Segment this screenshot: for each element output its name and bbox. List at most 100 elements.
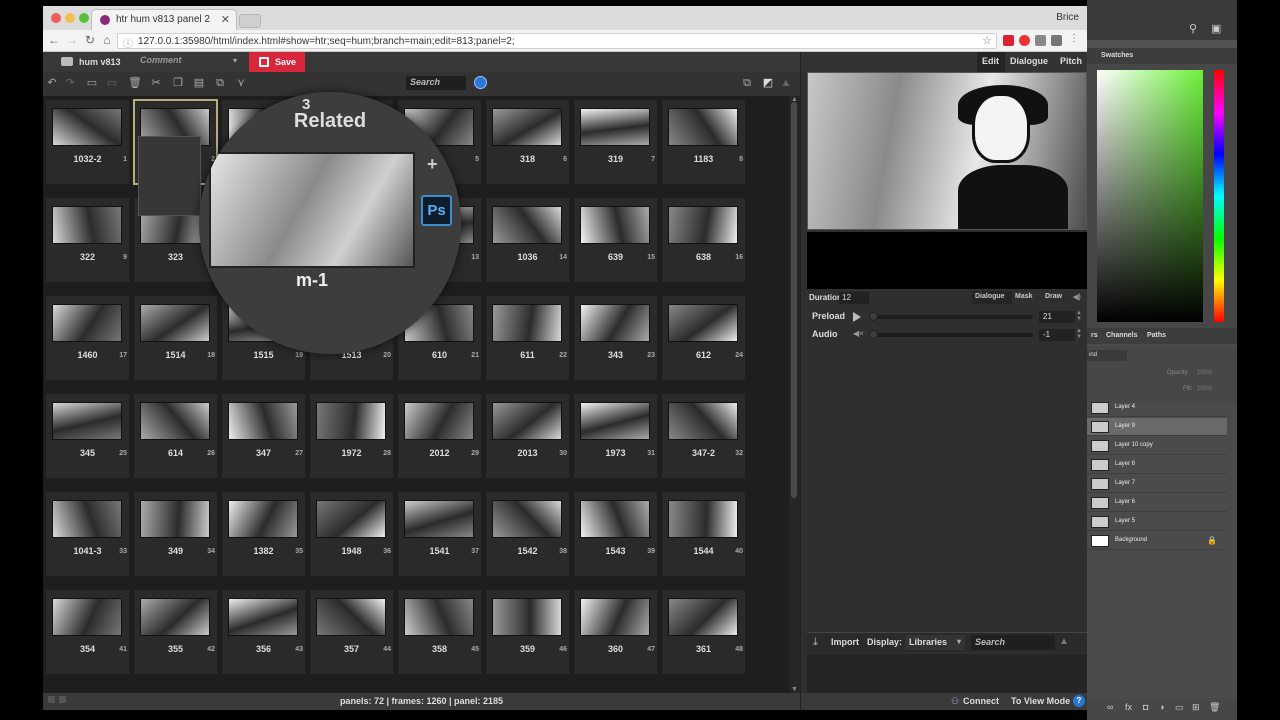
new-layer-icon[interactable]: ⊞: [1192, 702, 1200, 713]
mode-mask[interactable]: Mask: [1015, 293, 1033, 300]
panel-cell[interactable]: 2013 30: [486, 394, 569, 478]
panel-cell[interactable]: 347-2 32: [662, 394, 745, 478]
panel-cell[interactable]: 318 6: [486, 100, 569, 184]
audio-slider-knob[interactable]: [869, 330, 878, 339]
adjustment-icon[interactable]: ◑: [1159, 702, 1164, 712]
layer-row[interactable]: Layer 5: [1087, 513, 1227, 531]
layer-row[interactable]: Layer 6: [1087, 494, 1227, 512]
panel-thumbnail[interactable]: [492, 206, 562, 244]
panel-cell[interactable]: 355 42: [134, 590, 217, 674]
mode-draw[interactable]: Draw: [1045, 293, 1062, 300]
panel-cell[interactable]: 1972 28: [310, 394, 393, 478]
panel-cell[interactable]: 345 25: [46, 394, 129, 478]
related-thumbnail[interactable]: [209, 152, 415, 268]
panel-thumbnail[interactable]: [580, 598, 650, 636]
panel-thumbnail[interactable]: [52, 402, 122, 440]
add-related-icon[interactable]: +: [427, 154, 438, 175]
panel-cell[interactable]: 1544 40: [662, 492, 745, 576]
maximize-window-icon[interactable]: [79, 13, 89, 23]
panel-cell[interactable]: 1382 35: [222, 492, 305, 576]
home-icon[interactable]: ⌂: [100, 33, 114, 47]
view-mode-button[interactable]: To View Mode: [1011, 696, 1070, 706]
info-icon[interactable]: ⓘ: [123, 35, 133, 50]
search-go-icon[interactable]: [474, 76, 487, 89]
close-window-icon[interactable]: [51, 13, 61, 23]
fx-icon[interactable]: fx: [1125, 702, 1132, 712]
copy-icon[interactable]: ❐: [171, 77, 185, 90]
minimize-window-icon[interactable]: [65, 13, 75, 23]
merge-icon[interactable]: ⋎: [234, 77, 248, 90]
panel-cell[interactable]: 360 47: [574, 590, 657, 674]
connect-button[interactable]: Connect: [963, 696, 999, 706]
help-icon[interactable]: ?: [1073, 695, 1085, 707]
profile-name[interactable]: Brice: [1056, 12, 1079, 23]
audio-slider[interactable]: [873, 333, 1033, 337]
panel-thumbnail[interactable]: [140, 304, 210, 342]
blend-mode-select[interactable]: ind: [1087, 350, 1127, 361]
panel-cell[interactable]: 359 46: [486, 590, 569, 674]
panel-thumbnail[interactable]: [580, 108, 650, 146]
tab-edit[interactable]: Edit: [982, 56, 999, 66]
audio-input[interactable]: -1: [1039, 329, 1075, 341]
panel-thumbnail[interactable]: [52, 598, 122, 636]
panel-cell[interactable]: 2012 29: [398, 394, 481, 478]
tab-layers[interactable]: rs: [1091, 332, 1098, 339]
panel-thumbnail[interactable]: [316, 402, 386, 440]
folder-icon[interactable]: ▭: [1175, 702, 1184, 713]
preload-input[interactable]: 21: [1039, 311, 1075, 323]
preload-slider[interactable]: [873, 315, 1033, 319]
search-input[interactable]: Search: [406, 76, 466, 90]
tab-close-icon[interactable]: ✕: [221, 13, 230, 26]
extension-icon[interactable]: [1035, 35, 1046, 46]
panel-cell[interactable]: 347 27: [222, 394, 305, 478]
new-panel-icon[interactable]: ▭: [85, 77, 99, 90]
panel-viewer[interactable]: [807, 72, 1087, 230]
menu-icon[interactable]: ⋮: [1069, 33, 1080, 44]
panel-thumbnail[interactable]: [668, 304, 738, 342]
layer-row[interactable]: Layer 7: [1087, 475, 1227, 493]
window-icon[interactable]: ⧉: [740, 77, 754, 90]
panel-thumbnail[interactable]: [668, 500, 738, 538]
import-icon[interactable]: ⤓: [813, 636, 818, 649]
panel-cell[interactable]: 611 22: [486, 296, 569, 380]
photoshop-icon[interactable]: Ps: [421, 195, 452, 226]
comment-input[interactable]: Comment: [138, 55, 238, 69]
grid-scrollbar[interactable]: ▲ ▼: [789, 96, 800, 693]
preload-slider-knob[interactable]: [869, 312, 878, 321]
panel-thumbnail[interactable]: [580, 206, 650, 244]
panel-thumbnail[interactable]: [140, 500, 210, 538]
tab-dialogue[interactable]: Dialogue: [1010, 56, 1048, 66]
trash-icon[interactable]: 🗑: [1209, 702, 1220, 713]
panel-cell[interactable]: 1542 38: [486, 492, 569, 576]
layer-row[interactable]: Layer 10 copy: [1087, 437, 1227, 455]
panel-thumbnail[interactable]: [492, 500, 562, 538]
color-field[interactable]: [1097, 70, 1203, 322]
panel-thumbnail[interactable]: [52, 500, 122, 538]
panel-thumbnail[interactable]: [404, 500, 474, 538]
panel-cell[interactable]: 1036 14: [486, 198, 569, 282]
extension-icon[interactable]: [1051, 35, 1062, 46]
cut-icon[interactable]: ✂: [149, 77, 163, 90]
tab-paths[interactable]: Paths: [1147, 332, 1166, 339]
speaker-icon[interactable]: ◀): [1073, 293, 1081, 301]
tab-channels[interactable]: Channels: [1106, 332, 1138, 339]
panel-cell[interactable]: 614 26: [134, 394, 217, 478]
layer-row[interactable]: Background 🔒: [1087, 532, 1227, 550]
browser-tab[interactable]: htr hum v813 panel 2 ✕: [91, 9, 237, 30]
panel-thumbnail[interactable]: [404, 598, 474, 636]
panel-cell[interactable]: 1514 18: [134, 296, 217, 380]
chevron-down-icon[interactable]: ▾: [233, 56, 237, 65]
display-select[interactable]: Libraries ▾: [905, 635, 965, 650]
reload-icon[interactable]: ↻: [83, 33, 97, 47]
panel-thumbnail[interactable]: [228, 500, 298, 538]
panel-thumbnail[interactable]: [52, 108, 122, 146]
duration-input[interactable]: 12: [839, 292, 869, 304]
panel-thumbnail[interactable]: [580, 304, 650, 342]
forward-icon[interactable]: →: [65, 33, 79, 47]
panel-icon[interactable]: ▭: [105, 77, 119, 90]
opera-extension-icon[interactable]: [1019, 35, 1030, 46]
layer-row[interactable]: Layer 9: [1087, 418, 1227, 436]
panel-cell[interactable]: 1041-3 33: [46, 492, 129, 576]
stepper-icon[interactable]: ▲ ▼: [1076, 328, 1082, 340]
panel-cell[interactable]: 322 9: [46, 198, 129, 282]
